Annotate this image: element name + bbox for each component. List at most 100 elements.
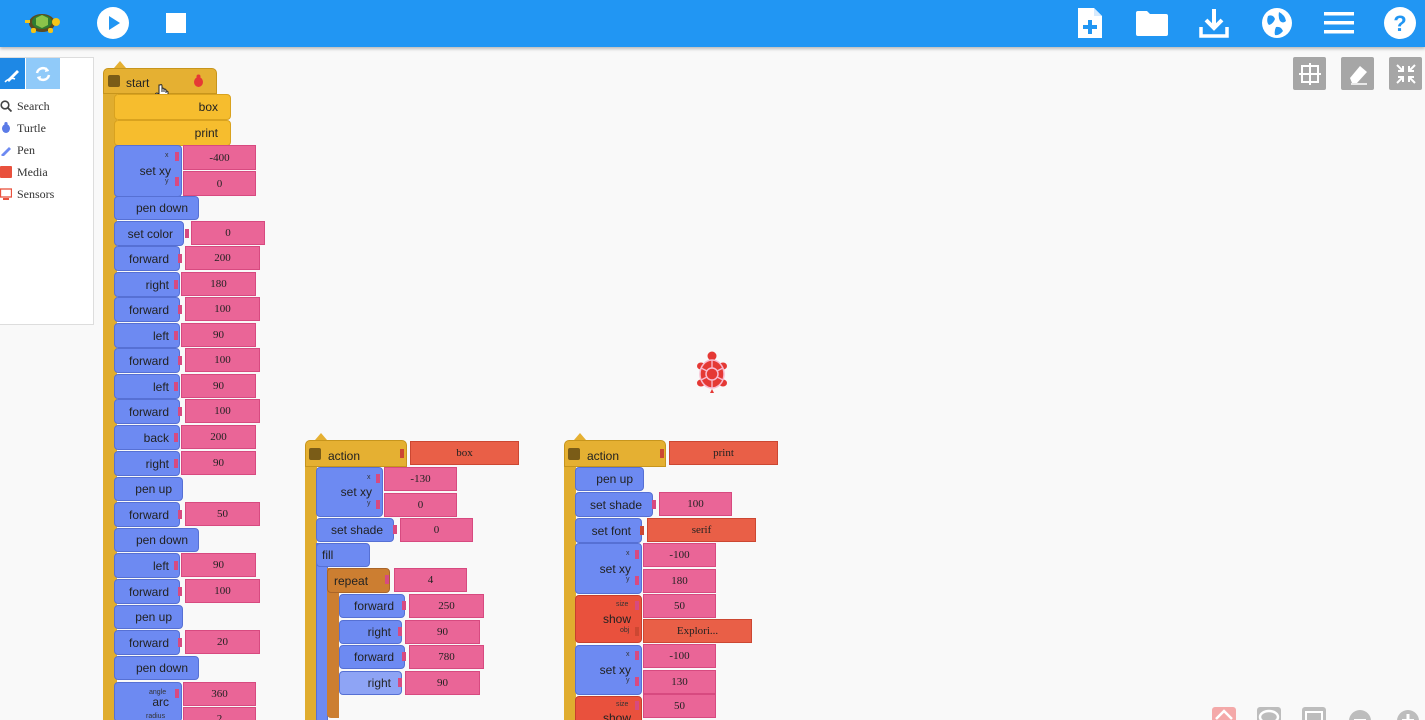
right-block[interactable]: right <box>339 620 402 644</box>
forward-block[interactable]: forward <box>114 502 180 527</box>
number-arg[interactable]: 20 <box>185 630 260 654</box>
number-arg[interactable]: 90 <box>181 451 256 475</box>
number-arg[interactable]: 0 <box>183 171 256 196</box>
text-arg[interactable]: serif <box>647 518 756 542</box>
show-block[interactable]: show <box>575 696 642 720</box>
palette-pen-tab[interactable] <box>0 58 25 89</box>
number-arg[interactable]: 100 <box>185 348 260 372</box>
text-arg[interactable]: Explori... <box>643 619 752 643</box>
zoom-out-button[interactable] <box>1347 707 1371 720</box>
action-call-block[interactable]: box <box>114 94 231 120</box>
right-block[interactable]: right <box>339 671 402 695</box>
palette-refresh-tab[interactable] <box>26 58 60 89</box>
grid-button[interactable] <box>1293 57 1326 90</box>
number-arg[interactable]: -130 <box>384 467 457 491</box>
number-arg[interactable]: 250 <box>409 594 484 618</box>
set-color-block[interactable]: set color <box>114 221 184 246</box>
number-arg[interactable]: -100 <box>643 644 716 668</box>
number-arg[interactable]: 50 <box>643 694 716 718</box>
action-name-arg[interactable]: print <box>669 441 778 465</box>
help-icon[interactable]: ? <box>1380 4 1420 42</box>
number-arg[interactable]: 200 <box>181 425 256 449</box>
back-block[interactable]: back <box>114 425 180 450</box>
forward-block[interactable]: forward <box>339 594 405 618</box>
forward-block[interactable]: forward <box>114 399 180 424</box>
number-arg[interactable]: 90 <box>405 671 480 695</box>
left-block[interactable]: left <box>114 374 180 399</box>
forward-block[interactable]: forward <box>114 348 180 373</box>
zoom-in-button[interactable] <box>1395 707 1419 720</box>
left-block[interactable]: left <box>114 553 180 578</box>
number-arg[interactable]: 200 <box>185 246 260 270</box>
palette-item-sensors[interactable]: Sensors <box>0 184 92 204</box>
stop-icon[interactable] <box>156 4 196 42</box>
workspace-canvas[interactable]: Search Turtle Pen Media Sensors start bo… <box>0 48 1425 720</box>
number-arg[interactable]: 180 <box>181 272 256 296</box>
setxy-block[interactable]: set xy <box>114 145 182 197</box>
collapse-button[interactable] <box>1389 57 1422 90</box>
pen-up-block[interactable]: pen up <box>114 605 183 629</box>
action-call-block[interactable]: print <box>114 120 231 146</box>
number-arg[interactable]: 100 <box>185 579 260 603</box>
set-shade-block[interactable]: set shade <box>316 518 394 542</box>
setxy-block[interactable]: set xy <box>575 645 642 695</box>
forward-block[interactable]: forward <box>114 579 180 604</box>
right-block[interactable]: right <box>114 451 180 476</box>
set-shade-block[interactable]: set shade <box>575 492 653 517</box>
number-arg[interactable]: 90 <box>181 553 256 577</box>
pen-down-block[interactable]: pen down <box>114 528 199 552</box>
number-arg[interactable]: 780 <box>409 645 484 669</box>
number-arg[interactable]: 0 <box>400 518 473 542</box>
setxy-block[interactable]: set xy <box>316 467 383 517</box>
collapse-toggle-icon[interactable] <box>568 448 580 460</box>
pen-down-block[interactable]: pen down <box>114 656 199 680</box>
number-arg[interactable]: -100 <box>643 543 716 567</box>
number-arg[interactable]: 2 <box>183 707 256 720</box>
number-arg[interactable]: 90 <box>181 323 256 347</box>
hide-blocks-button[interactable] <box>1257 707 1281 720</box>
number-arg[interactable]: 100 <box>185 297 260 321</box>
fill-block[interactable]: fill <box>316 543 370 567</box>
new-project-icon[interactable] <box>1070 4 1110 42</box>
forward-block[interactable]: forward <box>114 297 180 322</box>
number-arg[interactable]: 360 <box>183 682 256 706</box>
number-arg[interactable]: 100 <box>659 492 732 516</box>
number-arg[interactable]: 0 <box>384 493 457 517</box>
number-arg[interactable]: 90 <box>405 620 480 644</box>
show-block[interactable]: show <box>575 595 642 643</box>
number-arg[interactable]: 4 <box>394 568 467 592</box>
number-arg[interactable]: 50 <box>643 594 716 618</box>
collapse-blocks-button[interactable] <box>1302 707 1326 720</box>
home-button[interactable] <box>1212 707 1236 720</box>
forward-block[interactable]: forward <box>339 645 405 669</box>
pen-up-block[interactable]: pen up <box>575 467 644 491</box>
number-arg[interactable]: 180 <box>643 569 716 593</box>
number-arg[interactable]: 100 <box>185 399 260 423</box>
number-arg[interactable]: -400 <box>183 145 256 170</box>
number-arg[interactable]: 130 <box>643 670 716 694</box>
left-block[interactable]: left <box>114 323 180 348</box>
turtle-sprite-icon[interactable] <box>695 350 729 394</box>
set-font-block[interactable]: set font <box>575 518 642 543</box>
pen-down-block[interactable]: pen down <box>114 196 199 220</box>
forward-block[interactable]: forward <box>114 246 180 271</box>
palette-item-search[interactable]: Search <box>0 96 92 116</box>
palette-item-media[interactable]: Media <box>0 162 92 182</box>
repeat-block[interactable]: repeat <box>327 568 390 593</box>
setxy-block[interactable]: set xy <box>575 543 642 594</box>
save-download-icon[interactable] <box>1194 4 1234 42</box>
language-globe-icon[interactable] <box>1257 4 1297 42</box>
palette-item-turtle[interactable]: Turtle <box>0 118 92 138</box>
pen-up-block[interactable]: pen up <box>114 477 183 501</box>
number-arg[interactable]: 90 <box>181 374 256 398</box>
collapse-toggle-icon[interactable] <box>309 448 321 460</box>
forward-block[interactable]: forward <box>114 630 180 655</box>
turtle-run-icon[interactable] <box>191 74 206 89</box>
menu-icon[interactable] <box>1319 4 1359 42</box>
right-block[interactable]: right <box>114 272 180 297</box>
eraser-button[interactable] <box>1341 57 1374 90</box>
open-folder-icon[interactable] <box>1132 4 1172 42</box>
number-arg[interactable]: 0 <box>191 221 265 245</box>
number-arg[interactable]: 50 <box>185 502 260 526</box>
action-name-arg[interactable]: box <box>410 441 519 465</box>
